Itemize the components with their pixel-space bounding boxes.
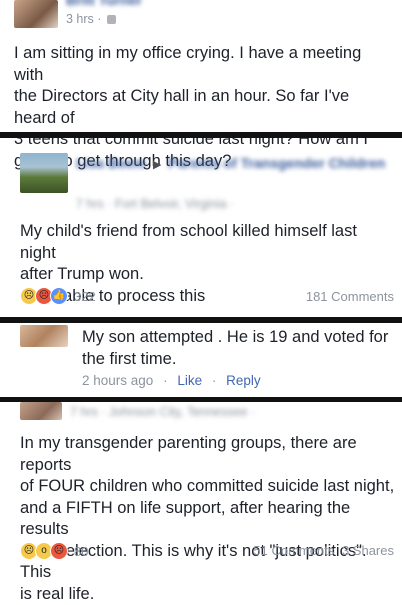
post-meta: 7 hrs · Johnson City, Tennessee · [70, 405, 256, 419]
avatar[interactable] [20, 153, 68, 193]
comment-time: 2 hours ago [82, 373, 154, 388]
comments-count[interactable]: 51 Comments [253, 543, 334, 558]
post-meta: 7 hrs · Fort Belvoir, Virginia · [76, 197, 235, 211]
post-time: 3 hrs · [66, 12, 116, 26]
author-name[interactable]: Britt Turner [66, 0, 142, 8]
group-name[interactable]: Parents of Transgender Children [168, 155, 385, 171]
comment-actions: 2 hours ago · Like · Reply [82, 373, 261, 388]
comments-count[interactable]: 181 Comments [306, 289, 394, 304]
reactions[interactable]: ☹ o ☹ 80 [20, 542, 88, 560]
shares-count[interactable]: 3 Shares [342, 543, 394, 558]
like-link[interactable]: Like [177, 373, 202, 388]
post-header: Lisa Beem ▶ Parents of Transgender Child… [76, 154, 396, 174]
avatar[interactable] [14, 0, 58, 28]
reply-link[interactable]: Reply [226, 373, 261, 388]
avatar[interactable] [20, 325, 68, 347]
author-name[interactable]: Lisa Beem [76, 155, 146, 171]
divider [0, 317, 402, 323]
post-text: I am sitting in my office crying. I have… [14, 44, 368, 170]
divider [0, 132, 402, 138]
globe-icon [106, 15, 116, 25]
post-stats[interactable]: 51 Comments 3 Shares [253, 543, 394, 558]
like-reaction-icon: 👍 [50, 287, 68, 305]
post-text: In my transgender parenting groups, ther… [20, 434, 395, 603]
comment-text: My son attempted . He is 19 and voted fo… [82, 328, 389, 368]
arrow-right-icon: ▶ [152, 159, 162, 171]
avatar[interactable] [20, 402, 62, 420]
reactions-count: 80 [74, 543, 89, 559]
reactions-count: 322 [74, 288, 96, 304]
reactions[interactable]: ☹ ☹ 👍 322 [20, 287, 96, 305]
angry-reaction-icon: ☹ [50, 542, 68, 560]
